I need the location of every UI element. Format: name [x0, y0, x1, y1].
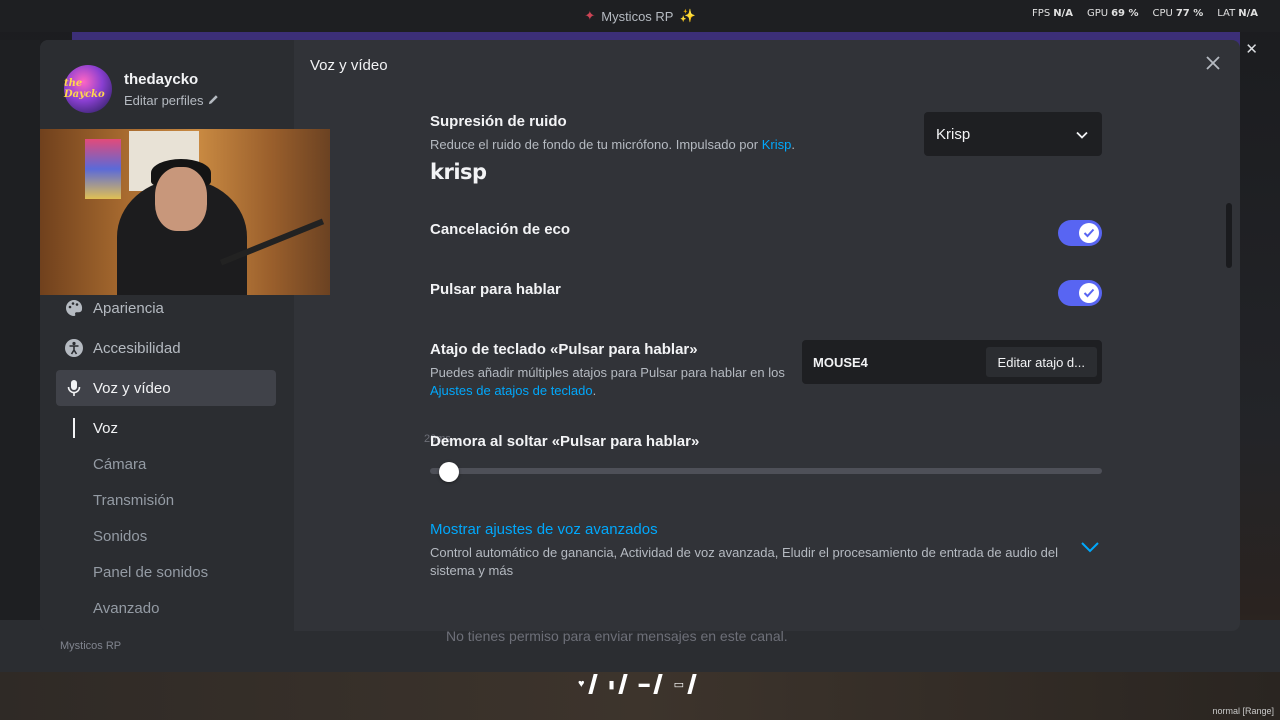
stat-fps: FPS N/A	[1032, 8, 1073, 19]
slider-handle[interactable]	[439, 462, 460, 482]
push-to-talk-toggle[interactable]	[1058, 280, 1102, 306]
sidebar-item-label: Voz y vídeo	[93, 379, 171, 397]
settings-modal: the Daycko thedaycko Editar perfiles Apa…	[40, 40, 1240, 631]
server-rail	[0, 40, 40, 670]
sidebar-subitem-stream[interactable]: Transmisión	[56, 482, 276, 518]
edit-keybind-button[interactable]: Editar atajo d...	[985, 347, 1097, 377]
noise-suppression-value: Krisp	[936, 125, 971, 143]
heart-icon: ♥	[578, 674, 598, 694]
sidebar-subitem-camera[interactable]: Cámara	[56, 446, 276, 482]
window-title-text: Mysticos RP	[601, 8, 674, 24]
voice-mode-label: normal [Range]	[1212, 706, 1274, 716]
krisp-logo: krisp	[430, 160, 487, 184]
stat-cpu: CPU 77 %	[1152, 8, 1204, 19]
echo-cancellation-section: Cancelación de eco	[430, 221, 1102, 238]
keybind-section: Atajo de teclado «Pulsar para hablar» Pu…	[430, 341, 800, 400]
echo-cancellation-toggle[interactable]	[1058, 220, 1102, 246]
sidebar-subitem-advanced[interactable]: Avanzado	[56, 590, 276, 626]
keybind-title: Atajo de teclado «Pulsar para hablar»	[430, 341, 698, 358]
noise-suppression-select[interactable]: Krisp	[924, 112, 1102, 156]
window-title: ✦ Mysticos RP ✨	[584, 8, 695, 24]
edit-profile-link[interactable]: Editar perfiles	[124, 93, 219, 108]
username: thedaycko	[124, 70, 199, 88]
release-delay-slider[interactable]	[430, 468, 1102, 474]
sidebar-item-voice-video[interactable]: Voz y vídeo	[56, 370, 276, 406]
notice-close-icon[interactable]: ✕	[1245, 40, 1258, 58]
echo-cancellation-title: Cancelación de eco	[430, 221, 571, 238]
hud-icons: ♥ ▮ ▬ ▭	[578, 674, 697, 694]
sparkle-icon: ✨	[679, 8, 696, 23]
sidebar-item-label: Accesibilidad	[93, 339, 181, 357]
stat-gpu: GPU 69 %	[1086, 8, 1139, 19]
sidebar-item-appearance[interactable]: Apariencia	[56, 290, 276, 326]
keybind-value: MOUSE4	[813, 354, 868, 370]
microphone-icon	[64, 378, 84, 398]
armor-icon: ▮	[609, 674, 628, 694]
sidebar-item-accessibility[interactable]: Accesibilidad	[56, 330, 276, 366]
settings-content: Voz y vídeo Supresión de ruido Reduce el…	[294, 40, 1240, 631]
push-to-talk-section: Pulsar para hablar	[430, 281, 1102, 298]
food-icon: ▬	[639, 674, 663, 694]
release-delay-title: Demora al soltar «Pulsar para hablar»	[430, 433, 700, 450]
keybind-recorder[interactable]: MOUSE4 Editar atajo d...	[802, 340, 1102, 384]
settings-sidebar: the Daycko thedaycko Editar perfiles Apa…	[40, 40, 330, 631]
scrollbar-thumb[interactable]	[1226, 203, 1232, 268]
server-icon: ✦	[584, 8, 596, 23]
webcam-overlay	[40, 129, 330, 295]
close-icon	[1205, 55, 1221, 76]
page-title: Voz y vídeo	[310, 57, 388, 74]
check-icon	[1079, 223, 1099, 243]
sidebar-item-label: Apariencia	[93, 299, 164, 317]
stat-lat: LAT N/A	[1217, 8, 1258, 19]
profile-header[interactable]: the Daycko thedaycko Editar perfiles	[40, 64, 294, 114]
chevron-down-icon	[1076, 126, 1088, 143]
avatar: the Daycko	[64, 65, 112, 113]
krisp-link[interactable]: Krisp	[762, 137, 792, 152]
release-delay-section: Demora al soltar «Pulsar para hablar»	[430, 433, 1102, 450]
palette-icon	[64, 298, 84, 318]
edit-profile-label: Editar perfiles	[124, 92, 204, 108]
push-to-talk-title: Pulsar para hablar	[430, 281, 561, 298]
advanced-voice-desc: Control automático de ganancia, Activida…	[430, 545, 1059, 578]
sidebar-subitem-sounds[interactable]: Sonidos	[56, 518, 276, 554]
accessibility-icon	[64, 338, 84, 358]
user-status-server: Mysticos RP	[60, 640, 122, 652]
chevron-down-icon[interactable]	[1080, 540, 1100, 558]
settings-nav: Apariencia Accesibilidad Voz y vídeo Voz…	[56, 290, 276, 626]
drink-icon: ▭	[674, 674, 697, 694]
check-icon	[1079, 283, 1099, 303]
keybind-settings-link[interactable]: Ajustes de atajos de teclado	[430, 383, 593, 398]
keybind-desc: Puedes añadir múltiples atajos para Puls…	[430, 365, 785, 398]
advanced-voice-section[interactable]: Mostrar ajustes de voz avanzados Control…	[430, 521, 1060, 580]
pencil-icon	[208, 93, 219, 108]
advanced-voice-title[interactable]: Mostrar ajustes de voz avanzados	[430, 521, 1060, 538]
sidebar-subitem-voice[interactable]: Voz	[56, 410, 276, 446]
performance-overlay: FPS N/A GPU 69 % CPU 77 % LAT N/A	[1032, 8, 1258, 19]
close-button[interactable]	[1202, 54, 1224, 76]
sidebar-subitem-soundboard[interactable]: Panel de sonidos	[56, 554, 276, 590]
